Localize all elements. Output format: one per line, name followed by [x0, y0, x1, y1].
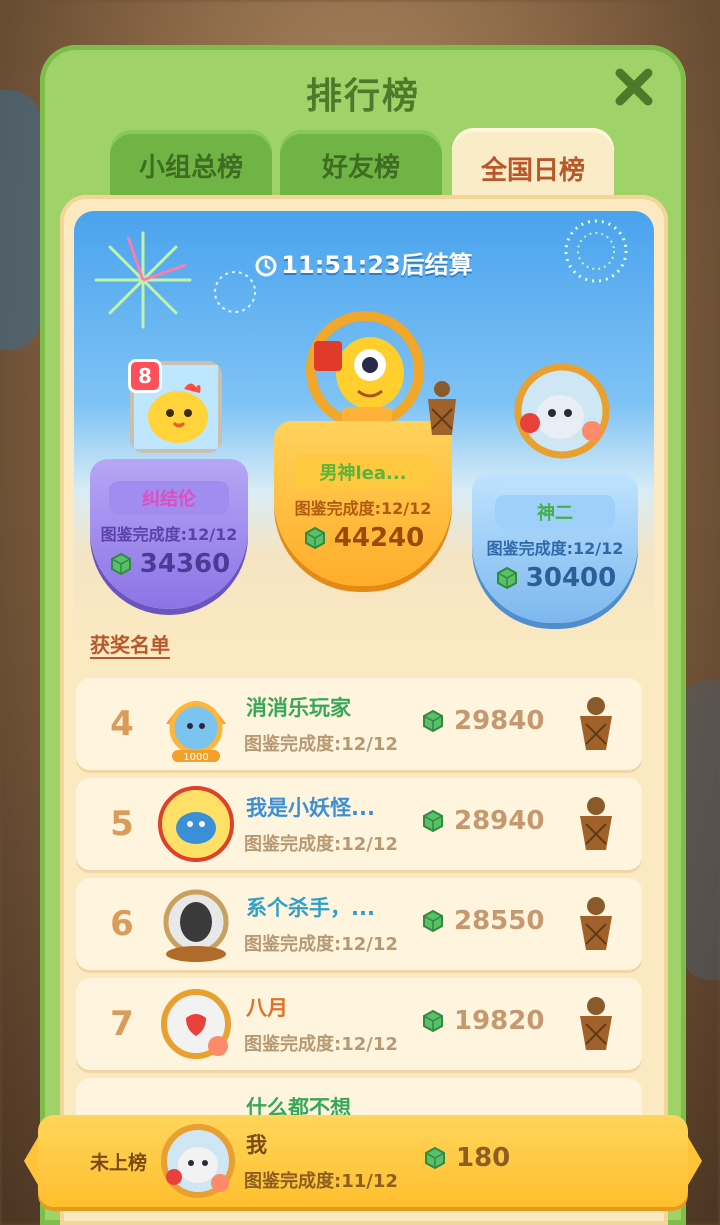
list-item[interactable]: 5 我是小妖怪... 图鉴完成度:12/12 28940	[76, 778, 642, 870]
bird-avatar-icon	[514, 363, 610, 459]
player-completion: 图鉴完成度:12/12	[244, 734, 398, 755]
avatar: 1000	[166, 701, 226, 763]
player-score: 28550	[420, 906, 544, 936]
background-side-right	[680, 680, 720, 980]
second-place-score: 34360	[90, 549, 248, 579]
clock-icon	[255, 255, 277, 283]
player-score: 28940	[420, 806, 544, 836]
gem-icon	[423, 909, 443, 933]
podium-area: 11:51:23后结算 8 纠结伦 图鉴完成度:12/12 34360 男神le…	[74, 211, 654, 641]
first-place-score: 44240	[274, 523, 452, 553]
first-place-podium: 男神lea... 图鉴完成度:12/12 44240	[274, 421, 452, 586]
self-rank-label: 未上榜	[90, 1151, 148, 1174]
player-name: 我是小妖怪...	[246, 796, 375, 820]
gem-icon	[304, 526, 325, 550]
self-name: 我	[246, 1133, 267, 1157]
player-score-value: 28940	[454, 806, 545, 836]
self-score: 180	[422, 1143, 510, 1173]
list-item[interactable]: 6 系个杀手，... 图鉴完成度:12/12 28550	[76, 878, 642, 970]
raccoon-reward-icon	[580, 797, 612, 850]
close-button[interactable]	[612, 65, 656, 109]
rank-number: 5	[110, 804, 134, 844]
raccoon-reward-icon	[580, 897, 612, 950]
player-name: 消消乐玩家	[246, 696, 351, 720]
winners-list-label: 获奖名单	[90, 633, 170, 657]
raccoon-reward-icon	[580, 697, 612, 750]
gem-icon	[110, 552, 131, 576]
level-badge: 8	[128, 359, 162, 393]
rank-number: 7	[110, 1004, 134, 1044]
list-item[interactable]: 7 八月 图鉴完成度:12/12 19820	[76, 978, 642, 1070]
raccoon-reward-icon	[428, 381, 456, 435]
countdown-text: 11:51:23后结算	[281, 251, 473, 279]
player-completion: 图鉴完成度:12/12	[244, 834, 398, 855]
player-score: 29840	[420, 706, 544, 736]
gem-icon	[423, 809, 443, 833]
player-name: 八月	[246, 996, 288, 1020]
first-place-avatar[interactable]	[306, 311, 424, 429]
third-place-completion: 图鉴完成度:12/12	[486, 539, 624, 558]
first-place-name: 男神lea...	[293, 455, 433, 489]
avatar	[161, 989, 231, 1059]
leaderboard-content: 11:51:23后结算 8 纠结伦 图鉴完成度:12/12 34360 男神le…	[60, 195, 668, 1225]
tab-group-total[interactable]: 小组总榜	[110, 130, 272, 200]
avatar-badge-text: 1000	[183, 752, 208, 763]
tab-friends[interactable]: 好友榜	[280, 130, 442, 200]
list-item[interactable]: 4 1000 消消乐玩家 图鉴完成度:12/12 29840	[76, 678, 642, 770]
rank-number: 6	[110, 904, 134, 944]
first-place-completion: 图鉴完成度:12/12	[294, 499, 432, 518]
page-title: 排行榜	[305, 76, 420, 117]
rank-number: 4	[110, 704, 134, 744]
player-score-value: 28550	[454, 906, 545, 936]
monster-avatar-icon	[306, 311, 424, 429]
third-place-podium: 神二 图鉴完成度:12/12 30400	[472, 473, 638, 623]
countdown-timer: 11:51:23后结算	[74, 245, 654, 283]
gem-icon	[425, 1146, 445, 1170]
player-score-value: 29840	[454, 706, 545, 736]
third-place-name: 神二	[495, 495, 615, 529]
raccoon-reward-icon	[580, 997, 612, 1050]
player-name: 系个杀手，...	[246, 896, 375, 920]
leaderboard-list: 4 1000 消消乐玩家 图鉴完成度:12/12 29840 5 我是小妖怪..…	[76, 678, 642, 1178]
player-completion: 图鉴完成度:12/12	[244, 1034, 398, 1055]
close-icon	[615, 68, 653, 106]
gem-icon	[423, 1009, 443, 1033]
second-place-score-value: 34360	[139, 549, 231, 579]
self-rank-bar[interactable]: 未上榜 我 图鉴完成度:11/12 180	[24, 1115, 702, 1207]
background-side-left	[0, 90, 40, 350]
third-place-score: 30400	[472, 563, 638, 593]
second-place-avatar[interactable]: 8	[128, 359, 222, 453]
second-place-name: 纠结伦	[109, 481, 229, 515]
player-score-value: 19820	[454, 1006, 545, 1036]
second-place-podium: 纠结伦 图鉴完成度:12/12 34360	[90, 459, 248, 609]
gem-icon	[496, 566, 517, 590]
first-place-score-value: 44240	[333, 523, 425, 553]
third-place-avatar[interactable]	[512, 361, 612, 461]
avatar	[161, 1124, 235, 1198]
second-place-completion: 图鉴完成度:12/12	[100, 525, 238, 544]
avatar	[158, 786, 234, 862]
player-score: 19820	[420, 1006, 544, 1036]
self-completion: 图鉴完成度:11/12	[244, 1171, 398, 1192]
third-place-score-value: 30400	[525, 563, 617, 593]
gem-icon	[423, 709, 443, 733]
self-score-value: 180	[456, 1143, 511, 1173]
player-completion: 图鉴完成度:12/12	[244, 934, 398, 955]
avatar	[163, 889, 229, 962]
